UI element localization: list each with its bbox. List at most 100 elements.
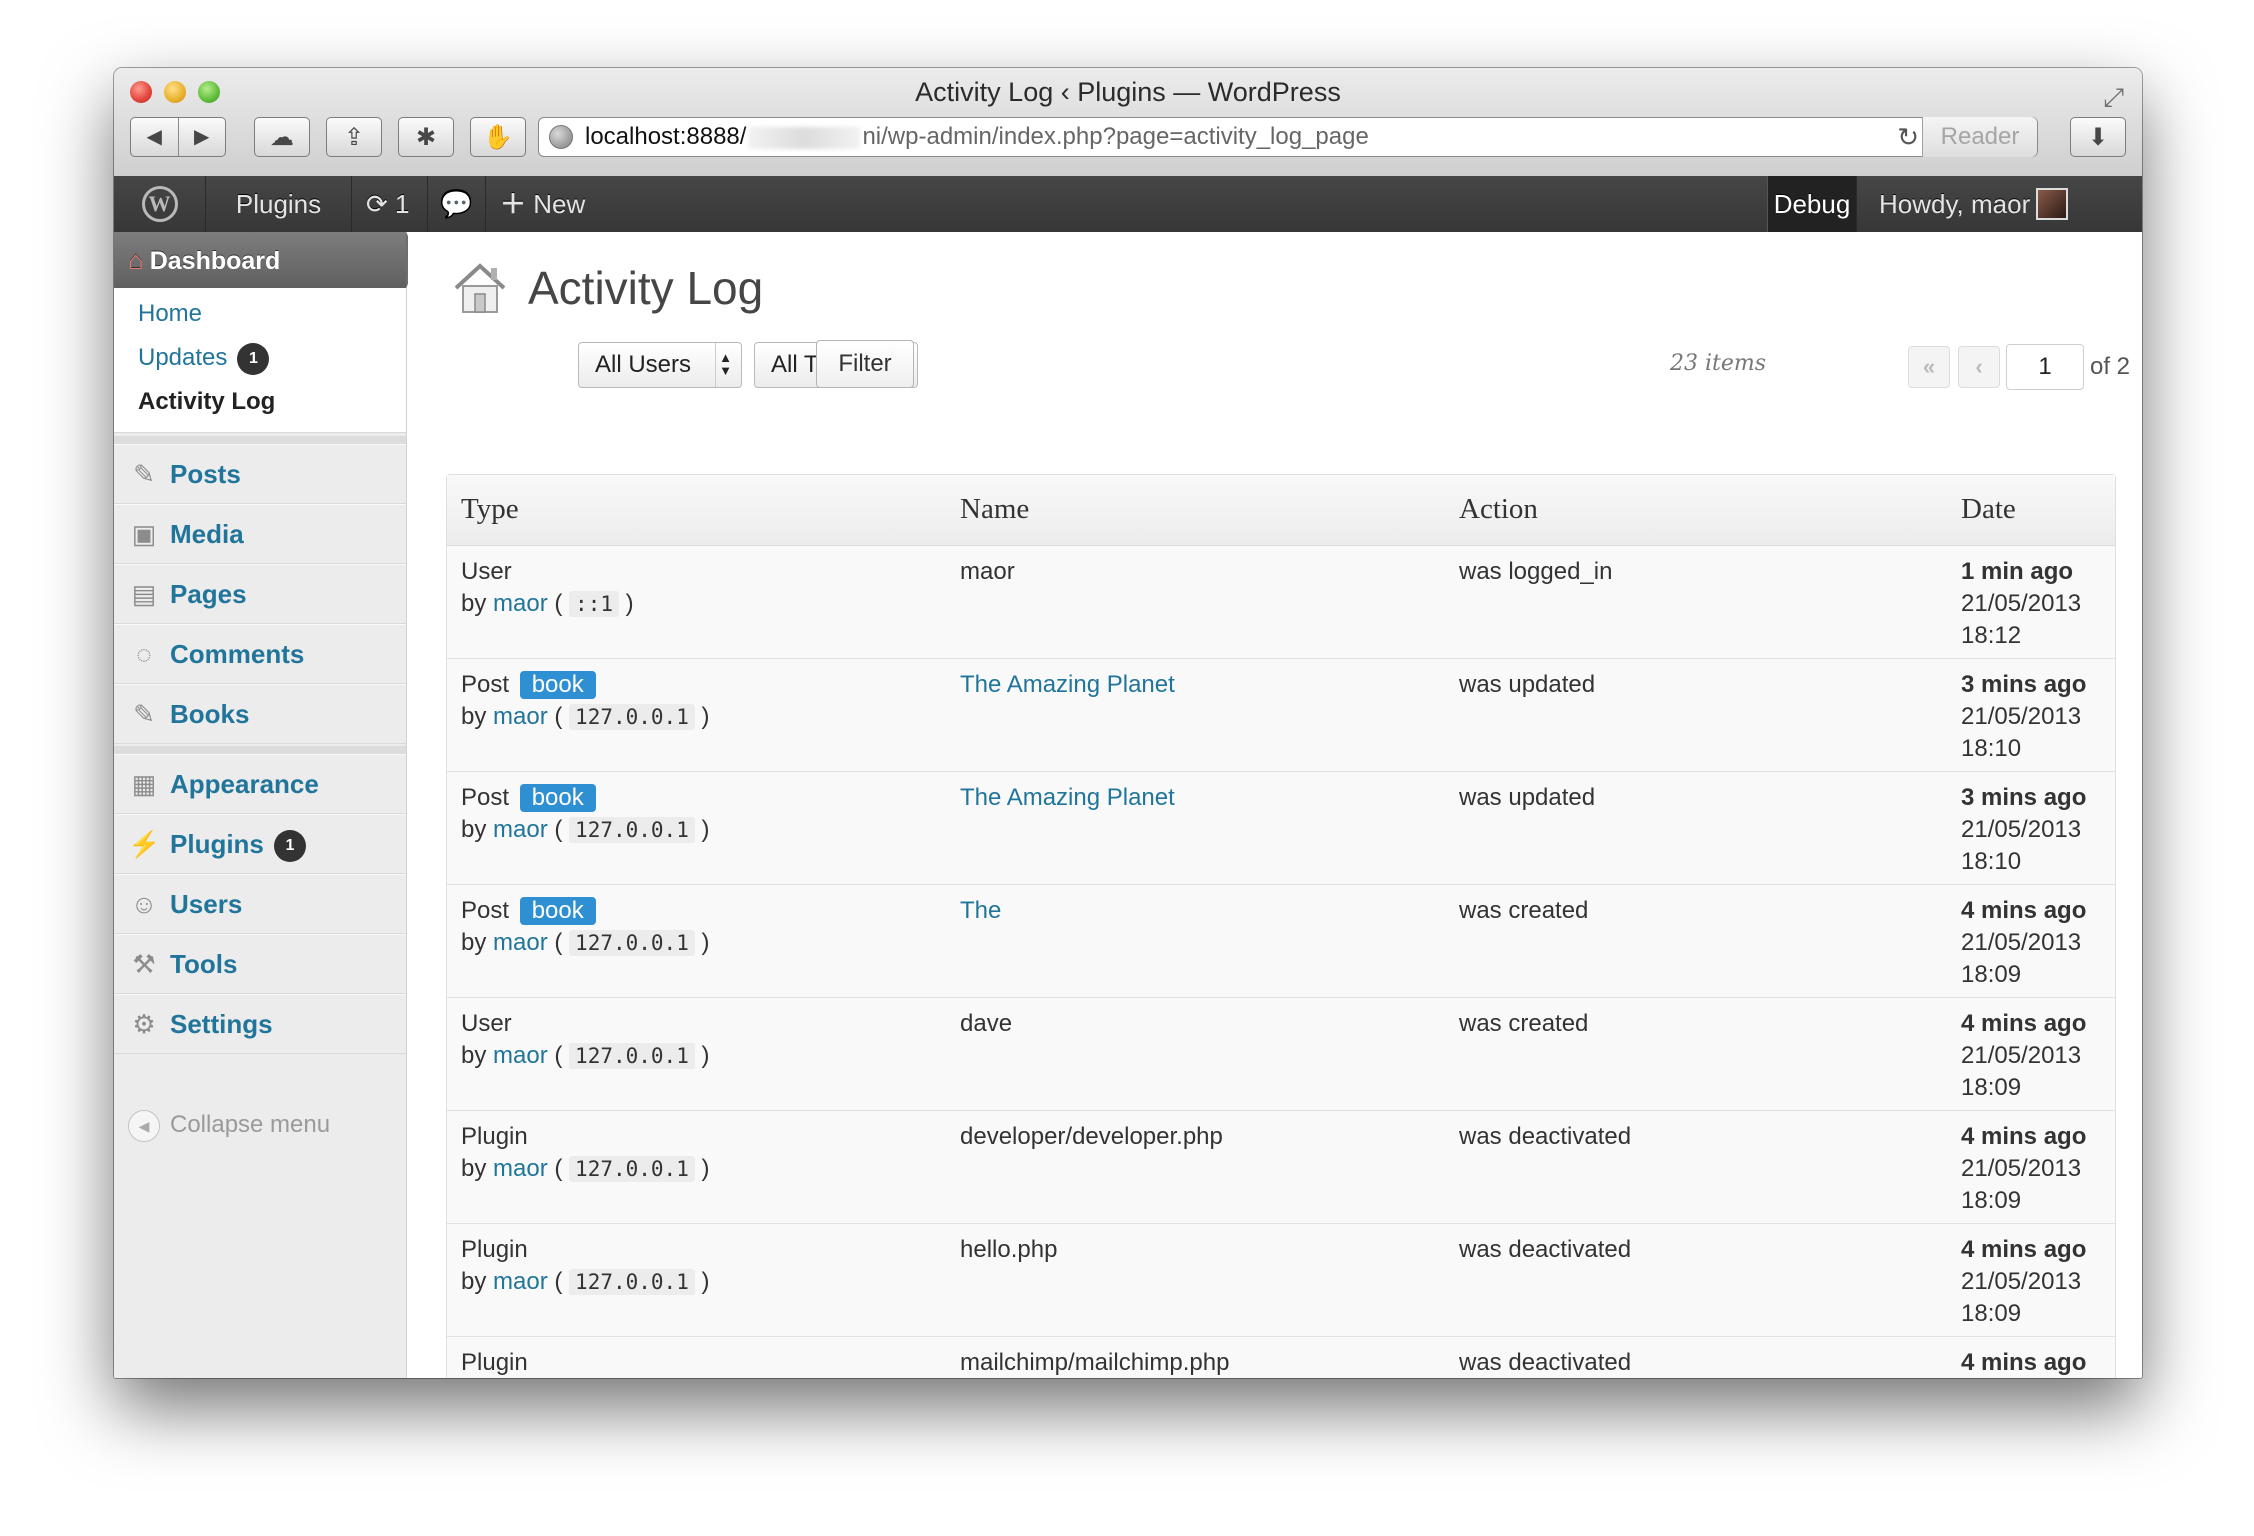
back-icon[interactable]: ◀ [131,118,178,156]
user-link[interactable]: maor [493,703,548,730]
adminbar-new[interactable]: ＋ New [486,176,602,232]
cell-date: 1 min ago 21/05/2013 18:12 [1961,556,2081,652]
date-value: 21/05/2013 [1961,590,2082,617]
howdy-label: Howdy, maor [1879,189,2031,219]
table-row: Plugin by maor ( 127.0.0.1 ) hello.php was … [447,1224,2115,1337]
time-value: 18:09 [1961,1300,2022,1327]
menu-tools[interactable]: ⚒ Tools [114,934,406,994]
submenu-activity-log[interactable]: Activity Log [138,386,275,418]
type-label: User [461,1010,512,1037]
menu-dashboard[interactable]: ⌂ Dashboard [114,232,420,288]
plugins-badge: 1 [273,830,306,863]
menu-media-label: Media [170,519,244,549]
adminbar-account[interactable]: Howdy, maor [1857,176,2142,232]
adminbar-updates[interactable]: ⟳ 1 [352,176,428,232]
adminbar-comments[interactable]: 💬 [428,176,486,232]
col-date[interactable]: Date [1961,475,2016,543]
reader-button[interactable]: Reader [1922,117,2037,157]
users-select-value: All Users [595,351,692,378]
post-type-tag[interactable]: book [519,784,596,812]
items-count: 23 items [1670,351,1767,376]
menu-comments[interactable]: ◌ Comments [114,624,406,684]
cell-type: Pluginby maor ( 127.0.0.1 ) [461,1236,710,1295]
adminbar-debug[interactable]: Debug [1767,176,1857,232]
type-label: Plugin [461,1236,528,1263]
menu-plugins[interactable]: ⚡ Plugins 1 [114,814,406,874]
icloud-tabs-button[interactable]: ☁ [254,117,310,157]
cell-action: was deactivated [1459,1236,1632,1263]
menu-media[interactable]: ▣ Media [114,504,406,564]
by-label: by [461,703,487,730]
url-text[interactable]: localhost:8888/ni/wp-admin/index.php?pag… [585,118,1369,156]
submenu-updates[interactable]: Updates 1 [138,342,270,375]
users-filter-select[interactable]: All Users ▲ ▼ [578,342,742,388]
post-type-tag[interactable]: book [519,671,596,699]
menu-posts-label: Posts [170,459,241,489]
user-link[interactable]: maor [493,1268,548,1295]
menu-books-label: Books [170,699,250,729]
adminbar-plugins[interactable]: Plugins [206,176,352,232]
fullscreen-icon[interactable]: ⤢ [2103,82,2124,114]
cell-name[interactable]: The Amazing Planet [960,669,1175,701]
menu-appearance-label: Appearance [170,769,319,799]
first-page-button[interactable]: « [1908,346,1950,388]
prev-page-button[interactable]: ‹ [1958,346,2000,388]
filter-button[interactable]: Filter [816,340,914,388]
cell-name[interactable]: The Amazing Planet [960,782,1175,814]
cell-name[interactable]: The [960,895,1001,927]
dashboard-label: Dashboard [149,247,281,275]
current-page-input[interactable]: 1 [2006,344,2084,390]
date-value: 21/05/2013 [1961,1042,2082,1069]
downloads-button[interactable]: ⬇ [2070,117,2126,157]
user-link[interactable]: maor [493,929,548,956]
plugin-icon: ⚡ [128,829,161,859]
cell-type: Pluginby maor ( 127.0.0.1 ) [461,1347,710,1378]
user-link[interactable]: maor [493,590,548,617]
menu-settings[interactable]: ⚙ Settings [114,994,406,1054]
user-link[interactable]: maor [493,1155,548,1182]
user-link[interactable]: maor [493,1042,548,1069]
adblock-button[interactable]: ✋ [470,117,526,157]
menu-books[interactable]: ✎ Books [114,684,406,744]
page-title: Activity Log [528,262,764,314]
collapse-label: Collapse menu [170,1111,331,1138]
reload-icon[interactable]: ↻ [1897,118,1919,156]
browser-toolbar: Activity Log ‹ Plugins — WordPress ⤢ ◀ ▶… [114,68,2142,177]
user-link[interactable]: maor [493,816,548,843]
menu-comments-label: Comments [170,639,305,669]
refresh-icon: ⟳ [366,189,388,219]
address-bar[interactable]: localhost:8888/ni/wp-admin/index.php?pag… [538,117,2038,157]
table-row: Post book by maor ( 127.0.0.1 ) The Amazin… [447,659,2115,772]
avatar [2036,188,2069,221]
cell-name: developer/developer.php [960,1123,1223,1150]
ip-address: 127.0.0.1 [569,1043,695,1069]
post-type-tag[interactable]: book [519,897,596,925]
col-action[interactable]: Action [1459,475,1538,543]
menu-posts[interactable]: ✎ Posts [114,444,406,504]
pages-icon: ▤ [131,579,157,609]
share-button[interactable]: ⇪ [326,117,382,157]
extension-button[interactable]: ✱ [398,117,454,157]
menu-settings-label: Settings [170,1009,273,1039]
submenu-updates-label: Updates [138,344,228,371]
collapse-arrow-icon: ◀ [128,1109,160,1142]
collapse-menu[interactable]: ◀ Collapse menu [128,1108,330,1142]
cell-date: 4 mins ago21/05/201318:09 [1961,1347,2086,1378]
ip-address: 127.0.0.1 [569,1156,695,1182]
time-value: 18:09 [1961,1074,2022,1101]
forward-icon[interactable]: ▶ [177,118,226,156]
time-value: 18:10 [1961,735,2022,762]
menu-appearance[interactable]: ▦ Appearance [114,754,406,814]
time-value: 18:12 [1961,622,2022,649]
type-label: Plugin [461,1349,528,1376]
menu-pages[interactable]: ▤ Pages [114,564,406,624]
dashboard-submenu: Home Updates 1 Activity Log [114,288,406,433]
table-row: Post book by maor ( 127.0.0.1 ) The Amazin… [447,772,2115,885]
ip-address: 127.0.0.1 [569,704,695,730]
col-type[interactable]: Type [461,475,519,543]
menu-users[interactable]: ☺ Users [114,874,406,934]
col-name[interactable]: Name [960,475,1029,543]
submenu-home[interactable]: Home [138,298,202,330]
relative-time: 3 mins ago [1961,671,2087,698]
wp-logo-menu[interactable]: W [114,176,206,232]
